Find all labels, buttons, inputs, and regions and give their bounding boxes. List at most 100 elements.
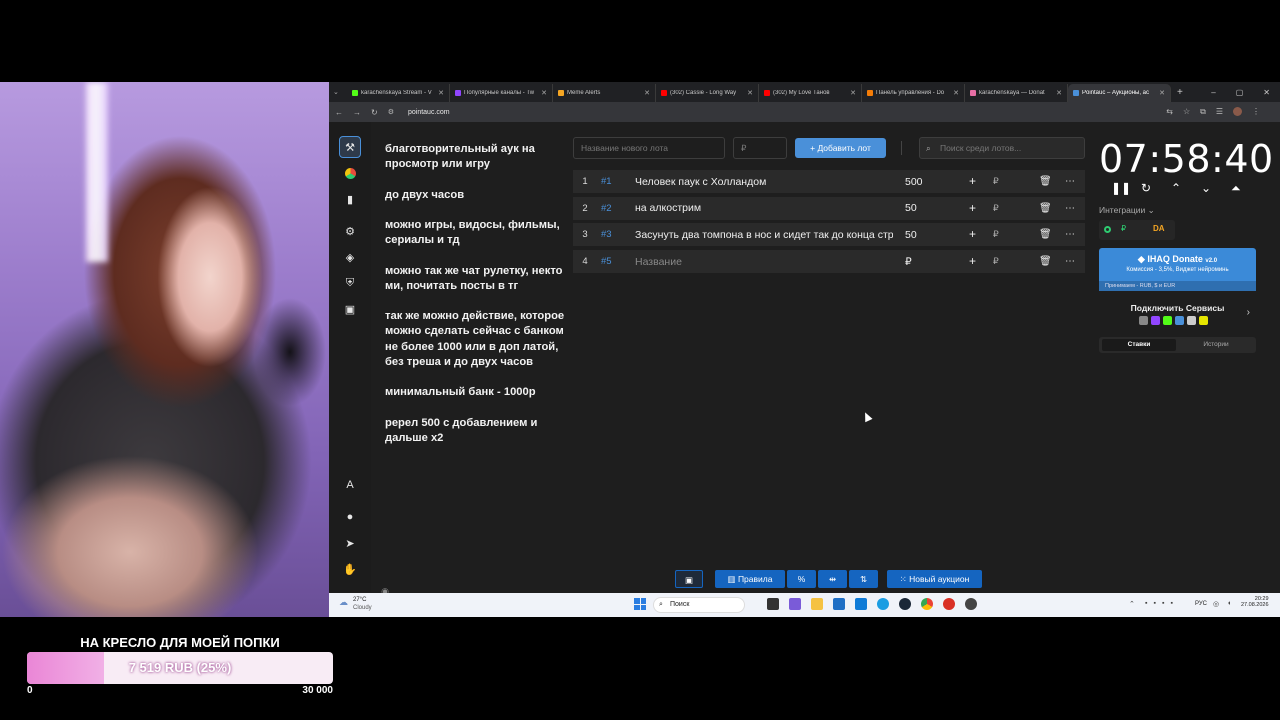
language-icon[interactable]: A bbox=[339, 474, 361, 496]
timer-up-icon[interactable]: ⌃ bbox=[1171, 181, 1181, 195]
lot-fast-id[interactable]: #3 bbox=[597, 229, 635, 240]
edge-icon[interactable] bbox=[877, 598, 889, 610]
lot-fast-id[interactable]: #2 bbox=[597, 203, 635, 214]
rules-button[interactable]: ▥ Правила bbox=[715, 570, 785, 588]
bookmark-star-icon[interactable]: ☆ bbox=[1183, 107, 1190, 117]
browser-tab[interactable]: Панель управления - Do ✕ bbox=[862, 84, 965, 102]
lot-name-field[interactable]: Засунуть два томпона в нос и сидет так д… bbox=[635, 229, 893, 241]
url-field[interactable]: pointauc.com bbox=[408, 109, 450, 116]
stats-icon[interactable]: ▮ bbox=[339, 188, 361, 210]
network-icon[interactable]: ◎ bbox=[1213, 600, 1219, 608]
split-icon[interactable]: ⇹ bbox=[818, 570, 847, 588]
add-amount-icon[interactable]: + bbox=[969, 250, 976, 273]
lot-amount-field[interactable]: 50 bbox=[893, 202, 951, 214]
trash-icon[interactable]: 🗑 bbox=[1039, 250, 1052, 273]
tray-chevron-icon[interactable]: ⌃ bbox=[1129, 600, 1135, 608]
site-info-icon[interactable]: ⚙ bbox=[388, 108, 394, 116]
percent-icon[interactable]: % bbox=[787, 570, 816, 588]
app-icon[interactable] bbox=[789, 598, 801, 610]
donate-hand-icon[interactable]: ✋ bbox=[339, 558, 361, 580]
maximize-icon[interactable]: ▢ bbox=[1236, 88, 1244, 97]
new-lot-amount-input[interactable]: ₽ bbox=[733, 137, 787, 159]
outlook-icon[interactable] bbox=[855, 598, 867, 610]
lot-name-field[interactable]: Человек паук с Холландом bbox=[635, 176, 893, 188]
integrations-toggle[interactable]: Интеграции ⌄ bbox=[1099, 205, 1155, 216]
new-auction-button[interactable]: ⁙ Новый аукцион bbox=[887, 570, 982, 588]
lot-amount-field[interactable]: ₽ bbox=[893, 256, 951, 268]
more-icon[interactable]: ⋯ bbox=[1065, 170, 1075, 193]
browser-tab[interactable]: Pointauc – Аукционы, ас ✕ bbox=[1068, 84, 1171, 102]
close-window-icon[interactable]: ✕ bbox=[1263, 88, 1270, 97]
obs-icon[interactable] bbox=[965, 598, 977, 610]
pause-icon[interactable]: ❚❚ bbox=[1111, 181, 1131, 195]
profile-avatar[interactable] bbox=[1233, 107, 1242, 116]
add-amount-icon[interactable]: + bbox=[969, 170, 976, 193]
tab-close-icon[interactable]: ✕ bbox=[953, 89, 959, 97]
add-amount-icon[interactable]: + bbox=[969, 197, 976, 220]
tab-bids[interactable]: Ставки bbox=[1102, 339, 1176, 351]
browser-tab[interactable]: (302) Cassie - Long Way ✕ bbox=[656, 84, 759, 102]
github-icon[interactable]: ● bbox=[339, 506, 361, 528]
save-icon[interactable]: ▣ bbox=[675, 570, 703, 588]
ihaq-donate-banner[interactable]: ◆ IHAQ Donate v2.0 Комиссия - 3,5%, Видж… bbox=[1099, 248, 1256, 291]
lot-fast-id[interactable]: #5 bbox=[597, 256, 635, 267]
browser-tab[interactable]: karachenskaya — Donat ✕ bbox=[965, 84, 1068, 102]
new-lot-name-input[interactable]: Название нового лота bbox=[573, 137, 725, 159]
telegram-icon[interactable]: ➤ bbox=[339, 532, 361, 554]
volume-icon[interactable]: ◖ bbox=[1227, 600, 1231, 607]
lot-currency[interactable]: ₽ bbox=[993, 250, 999, 273]
timer-top-icon[interactable]: ⏶ bbox=[1231, 181, 1241, 196]
more-icon[interactable]: ⋯ bbox=[1065, 223, 1075, 246]
browser-tab[interactable]: (302) My Love Танов ✕ bbox=[759, 84, 862, 102]
translate-icon[interactable]: ⇆ bbox=[1166, 107, 1173, 117]
settings-gear-icon[interactable]: ⚙ bbox=[339, 220, 361, 242]
tab-close-icon[interactable]: ✕ bbox=[438, 89, 444, 97]
new-tab-button[interactable]: + bbox=[1177, 87, 1183, 98]
connect-services[interactable]: Подключить Сервисы › bbox=[1099, 297, 1256, 331]
lot-name-field[interactable]: Название bbox=[635, 256, 893, 268]
menu-icon[interactable]: ⋮ bbox=[1252, 107, 1260, 117]
lot-currency[interactable]: ₽ bbox=[993, 170, 999, 193]
chrome-icon[interactable] bbox=[921, 598, 933, 610]
tab-close-icon[interactable]: ✕ bbox=[541, 89, 547, 97]
timer-down-icon[interactable]: ⌄ bbox=[1201, 181, 1211, 195]
lot-name-field[interactable]: на алкострим bbox=[635, 202, 893, 214]
trash-icon[interactable]: 🗑 bbox=[1039, 170, 1052, 193]
trash-icon[interactable]: 🗑 bbox=[1039, 223, 1052, 246]
sort-icon[interactable]: ⇅ bbox=[849, 570, 878, 588]
task-view-icon[interactable] bbox=[767, 598, 779, 610]
integration-rub[interactable]: ₽ bbox=[1121, 224, 1126, 233]
tab-close-icon[interactable]: ✕ bbox=[644, 89, 650, 97]
reading-list-icon[interactable]: ☰ bbox=[1216, 107, 1223, 117]
layers-icon[interactable]: ◈ bbox=[339, 246, 361, 268]
tab-close-icon[interactable]: ✕ bbox=[1056, 89, 1062, 97]
tab-search-icon[interactable]: ⌄ bbox=[329, 88, 339, 96]
reset-icon[interactable]: ↻ bbox=[1141, 181, 1151, 195]
tab-close-icon[interactable]: ✕ bbox=[747, 89, 753, 97]
tab-close-icon[interactable]: ✕ bbox=[850, 89, 856, 97]
trash-icon[interactable]: 🗑 bbox=[1039, 197, 1052, 220]
back-icon[interactable]: ← bbox=[335, 108, 343, 117]
browser-tab[interactable]: karachenskaya Stream - V ✕ bbox=[347, 84, 450, 102]
integration-da[interactable]: DA bbox=[1153, 224, 1165, 233]
more-icon[interactable]: ⋯ bbox=[1065, 197, 1075, 220]
reload-icon[interactable]: ↻ bbox=[371, 108, 378, 117]
start-button[interactable] bbox=[634, 598, 646, 610]
lot-amount-field[interactable]: 500 bbox=[893, 176, 951, 188]
lot-currency[interactable]: ₽ bbox=[993, 223, 999, 246]
lot-search-input[interactable]: ⌕ Поиск среди лотов... bbox=[919, 137, 1085, 159]
tray-icons[interactable]: ▪▪▪▪ bbox=[1145, 600, 1179, 607]
auction-hammer-icon[interactable]: ⚒ bbox=[339, 136, 361, 158]
language-indicator[interactable]: РУС bbox=[1195, 601, 1207, 607]
history-icon[interactable]: ▣ bbox=[339, 298, 361, 320]
lot-currency[interactable]: ₽ bbox=[993, 197, 999, 220]
add-lot-button[interactable]: + Добавить лот bbox=[795, 138, 886, 158]
explorer-icon[interactable] bbox=[811, 598, 823, 610]
tab-close-icon[interactable]: ✕ bbox=[1159, 89, 1165, 97]
wheel-icon[interactable] bbox=[339, 162, 361, 184]
store-icon[interactable] bbox=[833, 598, 845, 610]
browser-tab[interactable]: Популярные каналы - Tw ✕ bbox=[450, 84, 553, 102]
taskbar-search[interactable]: ⌕ Поиск bbox=[653, 597, 745, 613]
more-icon[interactable]: ⋯ bbox=[1065, 250, 1075, 273]
browser-tab[interactable]: Meme Alerts ✕ bbox=[553, 84, 656, 102]
